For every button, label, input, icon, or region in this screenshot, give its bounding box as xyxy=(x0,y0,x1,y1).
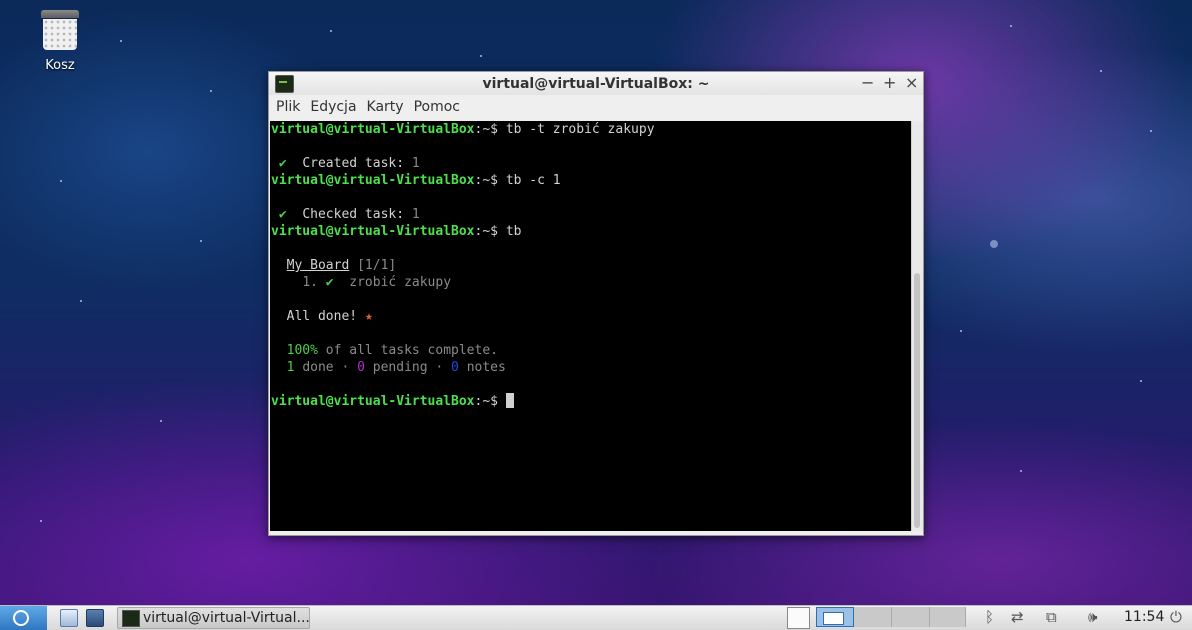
network-icon[interactable]: ⇄ xyxy=(1011,608,1024,626)
menu-help[interactable]: Pomoc xyxy=(409,99,465,115)
window-list-icon[interactable] xyxy=(787,607,810,629)
terminal-line: virtual@virtual-VirtualBox:~$ tb -c 1 xyxy=(271,173,561,188)
terminal-line: 1. ✔ zrobić zakupy xyxy=(302,275,452,290)
maximize-button[interactable]: + xyxy=(883,73,896,92)
workspace-2[interactable] xyxy=(854,607,892,627)
menu-bar: Plik Edycja Karty Pomoc xyxy=(269,95,923,119)
star-icon: ★ xyxy=(364,309,373,324)
terminal-app-icon xyxy=(122,609,140,627)
menu-tabs[interactable]: Karty xyxy=(362,99,409,115)
terminal-app-icon[interactable] xyxy=(275,75,294,93)
check-icon: ✔ xyxy=(325,275,334,290)
terminal-line: 100% of all tasks complete. xyxy=(286,343,498,358)
taskbar-task-label: virtual@virtual-Virtual... xyxy=(143,610,309,626)
power-icon[interactable]: ⏻ xyxy=(1170,608,1182,626)
terminal-line: virtual@virtual-VirtualBox:~$ tb -t zrob… xyxy=(271,122,655,137)
window-titlebar[interactable]: virtual@virtual-VirtualBox: ~ − + × xyxy=(269,72,923,95)
menu-file[interactable]: Plik xyxy=(271,99,305,115)
app-menu-button[interactable] xyxy=(0,606,47,630)
taskbar: virtual@virtual-Virtual... ᛒ ⇄ ⧉ 🕪 11:54… xyxy=(0,605,1192,630)
close-button[interactable]: × xyxy=(905,73,918,92)
terminal-line: All done! ★ xyxy=(286,309,373,324)
terminal-line: ✔ Created task: 1 xyxy=(278,156,420,171)
terminal-window: virtual@virtual-VirtualBox: ~ − + × Plik… xyxy=(268,71,924,536)
terminal-line: ✔ Checked task: 1 xyxy=(278,207,420,222)
desktop-icon-trash[interactable]: Kosz xyxy=(30,10,90,73)
workspace-1[interactable] xyxy=(816,607,854,627)
terminal-line: virtual@virtual-VirtualBox:~$ tb xyxy=(271,224,522,239)
scrollbar[interactable] xyxy=(911,121,923,531)
check-icon: ✔ xyxy=(278,207,287,222)
show-desktop-icon[interactable] xyxy=(60,609,78,627)
workspace-3[interactable] xyxy=(892,607,930,627)
workspace-4[interactable] xyxy=(930,607,966,627)
terminal-line: My Board [1/1] xyxy=(286,258,397,273)
bluetooth-icon[interactable]: ᛒ xyxy=(985,608,994,626)
trash-icon xyxy=(41,10,79,50)
minimize-button[interactable]: − xyxy=(861,73,874,92)
volume-icon[interactable]: 🕪 xyxy=(1088,608,1097,626)
scrollbar-thumb[interactable] xyxy=(914,273,920,528)
terminal-line: 1 done · 0 pending · 0 notes xyxy=(286,360,506,375)
board-name: My Board xyxy=(286,258,350,273)
menu-edit[interactable]: Edycja xyxy=(305,99,361,115)
clock[interactable]: 11:54 xyxy=(1124,609,1164,625)
text-cursor xyxy=(505,393,514,408)
display-icon[interactable]: ⧉ xyxy=(1046,608,1057,626)
network-app-icon[interactable] xyxy=(86,609,104,627)
desktop-icon-label: Kosz xyxy=(45,58,75,73)
terminal-line: virtual@virtual-VirtualBox:~$ xyxy=(271,393,514,410)
taskbar-task-terminal[interactable]: virtual@virtual-Virtual... xyxy=(117,607,310,629)
window-title: virtual@virtual-VirtualBox: ~ xyxy=(482,75,710,92)
check-icon: ✔ xyxy=(278,156,287,171)
terminal-output[interactable]: virtual@virtual-VirtualBox:~$ tb -t zrob… xyxy=(270,121,911,531)
